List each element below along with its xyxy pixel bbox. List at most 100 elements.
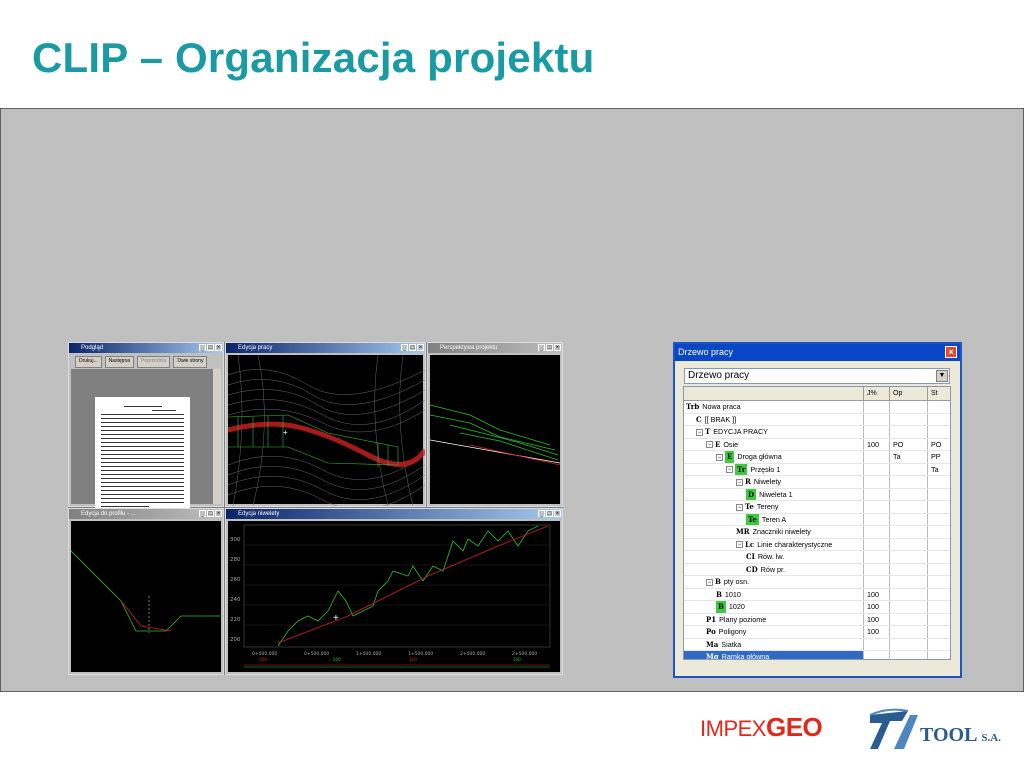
tree-row[interactable]: − Bpty osn. — [684, 576, 950, 589]
chevron-down-icon[interactable]: ▼ — [936, 370, 948, 382]
tree-row[interactable]: − Te Tereny — [684, 501, 950, 514]
perspective-canvas[interactable] — [429, 355, 561, 504]
tree-row-name-cell[interactable]: − R Niwelety — [684, 476, 864, 488]
tree-row[interactable]: CI Rów. lw. — [684, 551, 950, 564]
tree-row-c3-cell — [890, 588, 928, 600]
window-profile-edit-titlebar[interactable]: Edycja niwelety _ □ × — [226, 509, 562, 519]
minimize-icon[interactable]: _ — [401, 344, 408, 351]
tree-row[interactable]: P1 Plany poziome 100 — [684, 613, 950, 626]
tree-row[interactable]: C[[ BRAK ]] — [684, 413, 950, 426]
maximize-icon[interactable]: □ — [546, 344, 553, 351]
tree-node-label: Linie charakterystyczne — [757, 539, 833, 549]
cross-section-canvas[interactable] — [70, 521, 223, 672]
tree-row[interactable]: MR Znaczniki niwelety — [684, 526, 950, 539]
tree-row[interactable]: Trb Nowa praca — [684, 401, 950, 414]
tree-row-name-cell[interactable]: − T EDYCJA PRACY — [684, 426, 864, 438]
col-header-st[interactable]: St — [928, 387, 950, 400]
project-edit-canvas[interactable]: + — [227, 354, 428, 510]
maximize-icon[interactable]: □ — [207, 510, 214, 517]
tree-row-name-cell[interactable]: C[[ BRAK ]] — [684, 413, 864, 425]
tree-row-name-cell[interactable]: B 1020 — [684, 601, 864, 613]
tree-row[interactable]: CD Rów pr. — [684, 563, 950, 576]
window-project-edit-titlebar[interactable]: Edycja pracy _ □ × — [226, 343, 425, 353]
close-icon[interactable]: × — [417, 344, 424, 351]
profile-canvas[interactable]: 300 280 260 240 220 200 0+000.000 0+500.… — [228, 521, 560, 672]
tree-row-name-cell[interactable]: CI Rów. lw. — [684, 551, 864, 563]
tree-row[interactable]: Ma Siatka — [684, 638, 950, 651]
tree-combo-value: Drzewo pracy — [688, 370, 750, 381]
preview-scrollbar[interactable] — [213, 369, 221, 504]
window-perspective-title: Perspektywa projektu — [440, 345, 498, 351]
tree-row-name-cell[interactable]: D Niweleta 1 — [684, 488, 864, 500]
project-tree-titlebar[interactable]: Drzewo pracy × — [675, 344, 960, 361]
tree-row[interactable]: D Niweleta 1 — [684, 488, 950, 501]
tree-row[interactable]: − Lc Linie charakterystyczne — [684, 538, 950, 551]
tree-row-name-cell[interactable]: Mg Ramka główna — [684, 651, 864, 659]
collapse-icon[interactable]: − — [736, 478, 743, 486]
col-header-j[interactable]: J% — [864, 387, 890, 400]
tree-node-label: Rów pr. — [760, 564, 786, 574]
window-perspective-titlebar[interactable]: Perspektywa projektu _ □ × — [428, 343, 562, 353]
close-icon[interactable]: × — [215, 344, 222, 351]
col-header-name[interactable] — [684, 387, 864, 400]
tree-row-name-cell[interactable]: P1 Plany poziome — [684, 613, 864, 625]
tree-row-name-cell[interactable]: − Te Tereny — [684, 501, 864, 513]
minimize-icon[interactable]: _ — [199, 510, 206, 517]
tree-row-name-cell[interactable]: − Bpty osn. — [684, 576, 864, 588]
tree-node-label: EDYCJA PRACY — [713, 427, 768, 436]
maximize-icon[interactable]: □ — [546, 510, 553, 517]
maximize-icon[interactable]: □ — [207, 344, 214, 351]
collapse-icon[interactable]: − — [716, 453, 723, 461]
tree-row[interactable]: B 1020 100 — [684, 601, 950, 614]
tree-row[interactable]: − E Osie 100 PO PO — [684, 438, 950, 451]
tree-row[interactable]: Po Poligony 100 — [684, 626, 950, 639]
close-icon[interactable]: × — [554, 510, 561, 517]
tree-row-name-cell[interactable]: − Tr Przęsło 1 — [684, 463, 864, 475]
tree-row[interactable]: B 1010 100 — [684, 588, 950, 601]
tree-row-name-cell[interactable]: Po Poligony — [684, 626, 864, 638]
tree-row[interactable]: − T EDYCJA PRACY — [684, 426, 950, 439]
next-button[interactable]: Następna — [104, 356, 135, 368]
window-preview-titlebar[interactable]: Podgląd _ □ × — [69, 343, 223, 353]
tree-row[interactable]: − E Droga główna Ta PP — [684, 451, 950, 464]
print-button[interactable]: Drukuj... — [75, 356, 102, 368]
tree-row-name-cell[interactable]: Ma Siatka — [684, 638, 864, 650]
collapse-icon[interactable]: − — [736, 541, 743, 549]
project-tree-grid: J% Op St Trb Nowa praca C[[ BRAK ]] − T EDYCJ… — [683, 386, 951, 660]
window-cross-section-titlebar[interactable]: Edycja do profilu - ... _ □ × — [69, 509, 223, 519]
collapse-icon[interactable]: − — [726, 466, 733, 474]
minimize-icon[interactable]: _ — [538, 510, 545, 517]
y-tick: 300 — [230, 537, 241, 543]
svg-text:+: + — [283, 428, 288, 437]
minimize-icon[interactable]: _ — [199, 344, 206, 351]
tree-row[interactable]: − R Niwelety — [684, 476, 950, 489]
tree-row-c3-cell — [890, 651, 928, 659]
tree-row-name-cell[interactable]: − Lc Linie charakterystyczne — [684, 538, 864, 550]
tree-row-name-cell[interactable]: Trb Nowa praca — [684, 401, 864, 413]
tree-combo[interactable]: Drzewo pracy ▼ — [684, 368, 950, 384]
tree-row[interactable]: Te Teren A — [684, 513, 950, 526]
previous-button[interactable]: Poprzednia — [137, 356, 171, 368]
collapse-icon[interactable]: − — [696, 428, 703, 436]
close-icon[interactable]: × — [215, 510, 222, 517]
tree-row-name-cell[interactable]: − E Droga główna — [684, 451, 864, 463]
col-header-op[interactable]: Op — [890, 387, 928, 400]
tree-row-name-cell[interactable]: MR Znaczniki niwelety — [684, 526, 864, 538]
minimize-icon[interactable]: _ — [538, 344, 545, 351]
tree-row[interactable]: − Tr Przęsło 1 Ta — [684, 463, 950, 476]
collapse-icon[interactable]: − — [706, 441, 713, 449]
tree-row-name-cell[interactable]: B 1010 — [684, 588, 864, 600]
close-icon[interactable]: × — [554, 344, 561, 351]
maximize-icon[interactable]: □ — [409, 344, 416, 351]
tree-row-c2-cell — [864, 476, 890, 488]
tree-row-name-cell[interactable]: CD Rów pr. — [684, 563, 864, 575]
collapse-icon[interactable]: − — [736, 503, 743, 511]
tree-node-label: Poligony — [718, 627, 747, 636]
close-icon[interactable]: × — [945, 346, 957, 358]
tree-row-name-cell[interactable]: Te Teren A — [684, 513, 864, 525]
collapse-icon[interactable]: − — [706, 578, 713, 586]
tree-row[interactable]: Mg Ramka główna — [684, 651, 950, 659]
tree-node-icon: D — [746, 488, 757, 500]
tree-row-name-cell[interactable]: − E Osie — [684, 438, 864, 450]
two-pages-button[interactable]: Dwie strony — [173, 356, 208, 368]
